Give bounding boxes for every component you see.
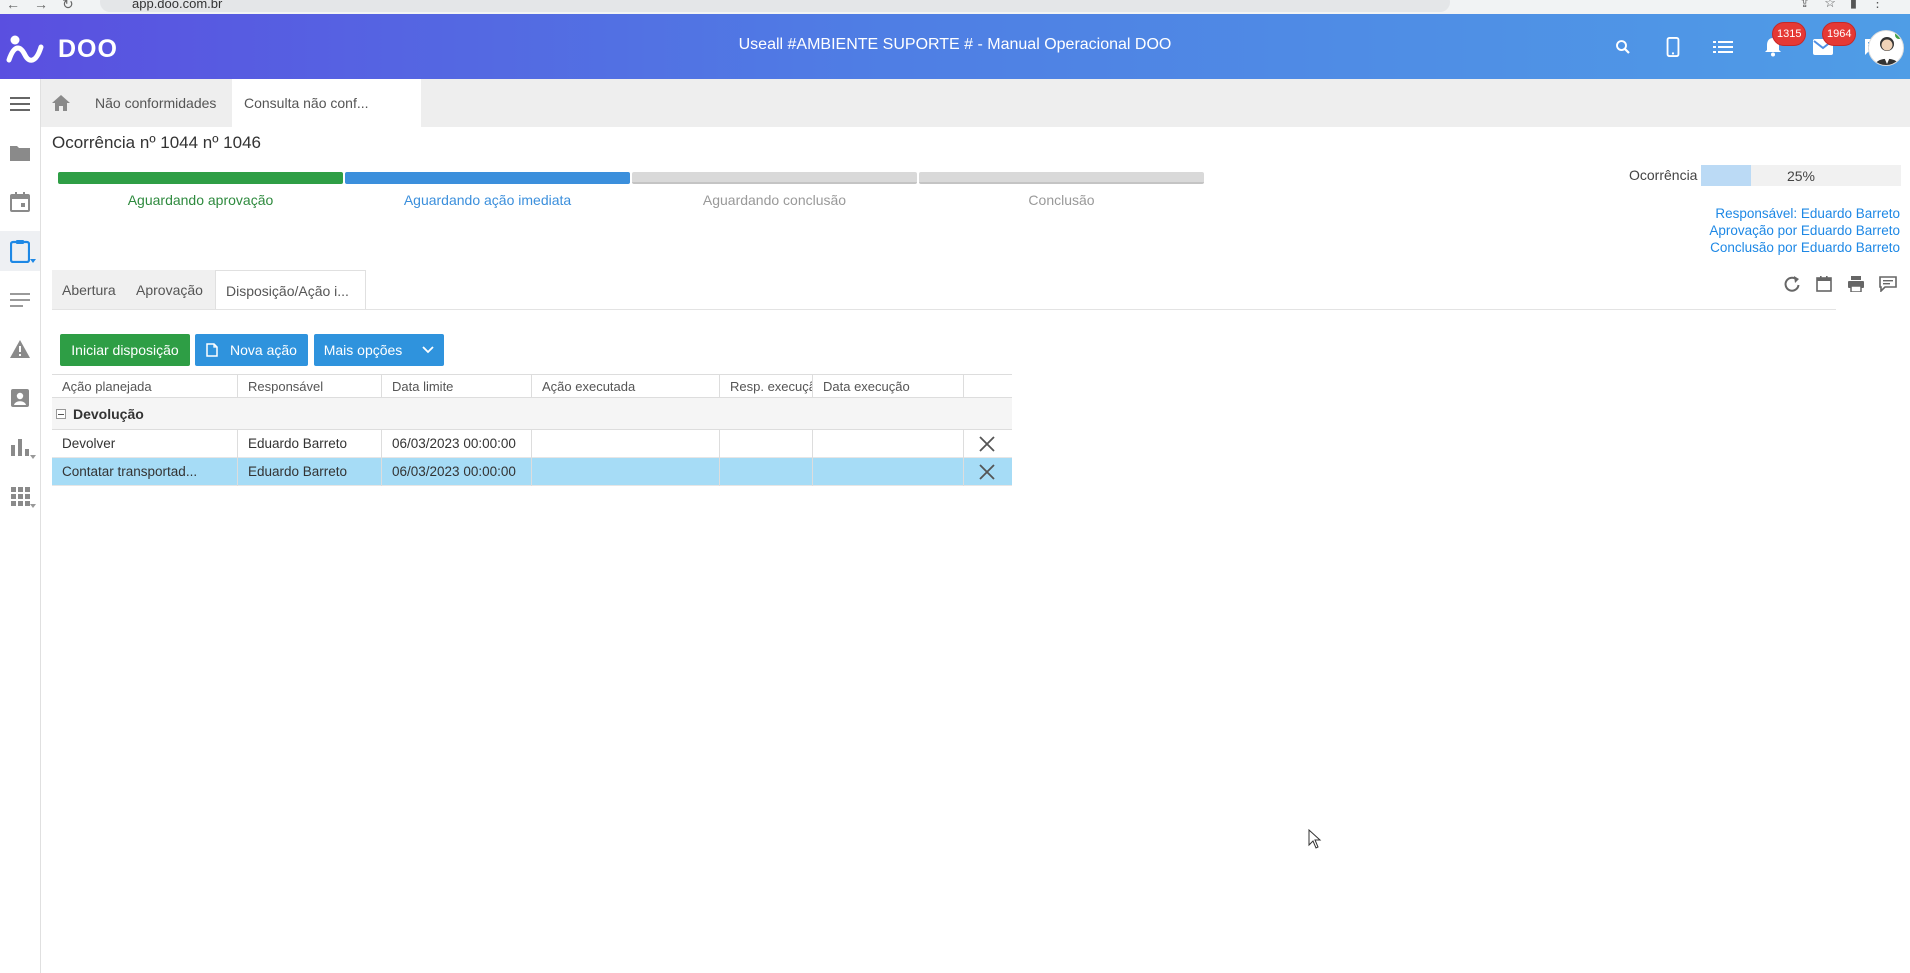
table-row[interactable]: Devolver Eduardo Barreto 06/03/2023 00:0… bbox=[52, 430, 1012, 458]
browser-bar: ←→↻ app.doo.com.br ⇪☆▮⋮ bbox=[0, 0, 1910, 14]
chevron-down-icon bbox=[30, 504, 36, 508]
warning-icon[interactable] bbox=[0, 329, 40, 369]
step-bar bbox=[919, 172, 1204, 184]
actions-grid: Ação planejada Responsável Data limite A… bbox=[52, 374, 1012, 486]
delete-icon[interactable] bbox=[976, 461, 998, 483]
delete-icon[interactable] bbox=[976, 433, 998, 455]
group-name: Devolução bbox=[73, 406, 144, 422]
nova-acao-label: Nova ação bbox=[230, 342, 297, 358]
tab-aprovacao[interactable]: Aprovação bbox=[126, 270, 215, 310]
notifications-badge: 1315 bbox=[1772, 22, 1807, 46]
grid-header: Ação planejada Responsável Data limite A… bbox=[52, 374, 1012, 398]
cell-resp-execucao bbox=[720, 458, 813, 486]
step-label: Aguardando conclusão bbox=[702, 192, 847, 208]
table-row-selected[interactable]: Contatar transportad... Eduardo Barreto … bbox=[52, 458, 1012, 486]
notifications-button[interactable]: 1315 bbox=[1760, 22, 1807, 60]
mais-opcoes-label: Mais opções bbox=[323, 342, 403, 358]
tab-nao-conformidades[interactable]: Não conformidades bbox=[83, 79, 228, 127]
clipboard-icon[interactable] bbox=[0, 231, 40, 271]
cell-acao: Devolver bbox=[52, 430, 238, 458]
group-row[interactable]: Devolução bbox=[52, 398, 1012, 430]
messages-badge: 1964 bbox=[1822, 22, 1857, 46]
step-conclusao: Conclusão bbox=[919, 172, 1204, 208]
apps-icon[interactable] bbox=[0, 476, 40, 516]
step-bar bbox=[58, 172, 343, 184]
cell-acao-executada bbox=[532, 430, 720, 458]
refresh-icon[interactable] bbox=[1780, 272, 1804, 296]
chart-icon[interactable] bbox=[0, 427, 40, 467]
tab-abertura[interactable]: Abertura bbox=[52, 270, 126, 310]
top-bar: DOO Useall #AMBIENTE SUPORTE # - Manual … bbox=[0, 14, 1910, 79]
cell-responsavel: Eduardo Barreto bbox=[238, 458, 382, 486]
folder-icon[interactable] bbox=[0, 133, 40, 173]
document-icon bbox=[206, 343, 218, 357]
iniciar-disposicao-button[interactable]: Iniciar disposição bbox=[60, 334, 190, 366]
user-avatar[interactable] bbox=[1868, 30, 1904, 66]
collapse-icon[interactable] bbox=[56, 409, 66, 419]
col-acao-planejada[interactable]: Ação planejada bbox=[52, 375, 238, 398]
calendar-icon[interactable] bbox=[0, 182, 40, 222]
cell-data-execucao bbox=[813, 458, 964, 486]
col-responsavel[interactable]: Responsável bbox=[238, 375, 382, 398]
browser-extension-icons[interactable]: ⇪☆▮⋮ bbox=[1799, 0, 1898, 11]
progress-bar: 25% bbox=[1701, 165, 1901, 186]
calendar-icon[interactable] bbox=[1812, 272, 1836, 296]
step-label: Aguardando ação imediata bbox=[403, 192, 572, 208]
step-aguardando-conclusao: Aguardando conclusão bbox=[632, 172, 917, 208]
step-aguardando-aprovacao: Aguardando aprovação bbox=[58, 172, 343, 208]
cell-data-limite: 06/03/2023 00:00:00 bbox=[382, 430, 532, 458]
nova-acao-button[interactable]: Nova ação bbox=[195, 334, 308, 366]
address-bar[interactable]: app.doo.com.br bbox=[100, 0, 1450, 12]
chevron-down-icon bbox=[422, 346, 434, 354]
mouse-cursor-icon bbox=[1308, 829, 1322, 849]
sidebar bbox=[0, 79, 41, 973]
mais-opcoes-button[interactable]: Mais opções bbox=[314, 334, 444, 366]
progress-label: Ocorrência bbox=[1629, 167, 1698, 183]
search-icon[interactable] bbox=[1610, 34, 1636, 60]
col-resp-execucao[interactable]: Resp. execução bbox=[720, 375, 813, 398]
list-icon[interactable] bbox=[1710, 34, 1736, 60]
responsible-info: Responsável: Eduardo Barreto Aprovação p… bbox=[1709, 205, 1900, 256]
contact-icon[interactable] bbox=[0, 378, 40, 418]
col-acao-executada[interactable]: Ação executada bbox=[532, 375, 720, 398]
messages-button[interactable]: 1964 bbox=[1810, 22, 1857, 60]
col-data-limite[interactable]: Data limite bbox=[382, 375, 532, 398]
tabs-divider bbox=[52, 309, 1836, 310]
tab-consulta-nao-conformidades[interactable]: Consulta não conf... bbox=[232, 79, 421, 127]
page-title: Ocorrência nº 1044 nº 1046 bbox=[52, 133, 261, 152]
cell-resp-execucao bbox=[720, 430, 813, 458]
step-label: Aguardando aprovação bbox=[127, 192, 274, 208]
col-data-execucao[interactable]: Data execução bbox=[813, 375, 964, 398]
breadcrumb: Não conformidades Consulta não conf... bbox=[41, 79, 1910, 127]
browser-nav-icons[interactable]: ←→↻ bbox=[6, 0, 88, 13]
address-text: app.doo.com.br bbox=[132, 0, 223, 11]
comment-icon[interactable] bbox=[1876, 272, 1900, 296]
home-icon bbox=[52, 95, 70, 111]
menu-icon[interactable] bbox=[0, 84, 40, 124]
step-label: Conclusão bbox=[1028, 192, 1095, 208]
notes-icon[interactable] bbox=[0, 280, 40, 320]
step-bar bbox=[345, 172, 630, 184]
aprovacao-link[interactable]: Aprovação por Eduardo Barreto bbox=[1709, 222, 1900, 239]
responsavel-link[interactable]: Responsável: Eduardo Barreto bbox=[1709, 205, 1900, 222]
step-aguardando-acao-imediata: Aguardando ação imediata bbox=[345, 172, 630, 208]
cell-acao-executada bbox=[532, 458, 720, 486]
tab-disposicao-acao[interactable]: Disposição/Ação i... bbox=[215, 270, 366, 310]
cell-data-execucao bbox=[813, 430, 964, 458]
print-icon[interactable] bbox=[1844, 272, 1868, 296]
home-tab[interactable] bbox=[41, 79, 81, 127]
chevron-down-icon bbox=[30, 259, 36, 263]
cell-responsavel: Eduardo Barreto bbox=[238, 430, 382, 458]
progress-text: 25% bbox=[1786, 168, 1816, 184]
chevron-down-icon bbox=[30, 455, 36, 459]
mobile-icon[interactable] bbox=[1660, 34, 1686, 60]
conclusao-link[interactable]: Conclusão por Eduardo Barreto bbox=[1709, 239, 1900, 256]
cell-data-limite: 06/03/2023 00:00:00 bbox=[382, 458, 532, 486]
step-bar bbox=[632, 172, 917, 184]
cell-acao: Contatar transportad... bbox=[52, 458, 238, 486]
online-status-dot bbox=[1893, 31, 1903, 41]
